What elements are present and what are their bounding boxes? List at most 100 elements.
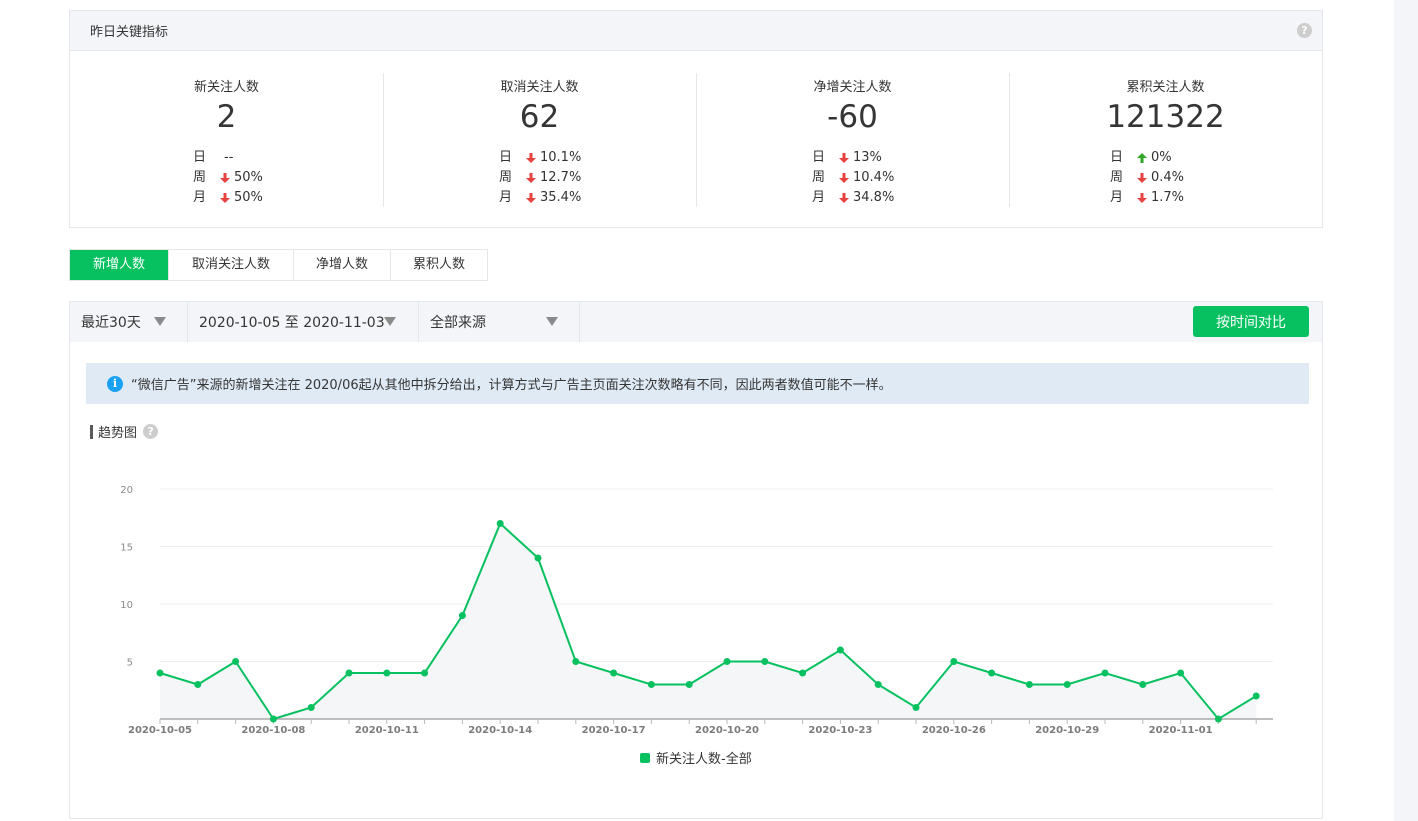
y-tick-label: 10 xyxy=(120,600,133,611)
trend-period-label: 月 xyxy=(499,190,513,205)
data-point[interactable] xyxy=(383,669,391,677)
data-point[interactable] xyxy=(950,658,958,665)
trend-period-label: 日 xyxy=(812,150,826,165)
trend-period-label: 月 xyxy=(193,190,207,205)
data-point[interactable] xyxy=(1063,681,1071,688)
data-point[interactable] xyxy=(685,681,693,688)
y-tick-label: 5 xyxy=(127,658,133,669)
metric-trends: 日 10.1% 周 12.7% 月 35.4% xyxy=(499,148,581,208)
trend-period-label: 月 xyxy=(812,190,826,205)
metric-cumulative: 累积关注人数 121322 日 0% 周 0.4% 月 1.7% xyxy=(1009,51,1322,229)
data-point[interactable] xyxy=(156,669,164,677)
x-tick-label: 2020-10-20 xyxy=(695,725,759,736)
trend-value: -- xyxy=(224,150,234,165)
metric-trends: 日 13% 周 10.4% 月 34.8% xyxy=(812,148,894,208)
tab-new-users[interactable]: 新增人数 xyxy=(70,250,168,280)
data-point[interactable] xyxy=(421,669,429,677)
data-point[interactable] xyxy=(534,554,542,562)
data-point[interactable] xyxy=(458,612,466,619)
arrow-down-icon xyxy=(1137,193,1147,203)
data-point[interactable] xyxy=(194,681,202,688)
arrow-down-icon xyxy=(526,153,536,163)
data-point[interactable] xyxy=(572,658,580,665)
trend-row: 周 50% xyxy=(193,168,263,188)
data-point[interactable] xyxy=(836,646,844,654)
data-point[interactable] xyxy=(1025,681,1033,688)
trend-period-label: 周 xyxy=(812,170,826,185)
data-point[interactable] xyxy=(1101,669,1109,677)
key-metrics-card: 昨日关键指标 ? 新关注人数 2 日 -- 周 50% 月 50% 取消关注人数 62 日… xyxy=(69,10,1323,228)
metric-name: 净增关注人数 xyxy=(813,80,892,95)
trend-period-label: 周 xyxy=(193,170,207,185)
data-point[interactable] xyxy=(723,658,731,665)
x-tick-label: 2020-11-01 xyxy=(1149,725,1213,736)
trend-row: 周 12.7% xyxy=(499,168,581,188)
x-tick-label: 2020-10-23 xyxy=(808,725,872,736)
metric-trends: 日 0% 周 0.4% 月 1.7% xyxy=(1110,148,1184,208)
trend-value: 10.4% xyxy=(853,170,895,185)
data-point[interactable] xyxy=(647,681,655,688)
page-scrollbar-gutter[interactable] xyxy=(1394,0,1418,821)
x-tick-label: 2020-10-11 xyxy=(355,725,419,736)
trend-row: 日 -- xyxy=(193,148,263,168)
arrow-down-icon xyxy=(526,173,536,183)
data-point[interactable] xyxy=(874,681,882,688)
arrow-down-icon xyxy=(839,193,849,203)
trend-period-label: 日 xyxy=(193,150,207,165)
trend-value: 50% xyxy=(234,170,263,185)
trend-row: 月 50% xyxy=(193,188,263,208)
data-point[interactable] xyxy=(1139,681,1147,688)
data-point[interactable] xyxy=(912,704,920,711)
data-point[interactable] xyxy=(610,669,618,677)
trend-row: 月 1.7% xyxy=(1110,188,1184,208)
data-point[interactable] xyxy=(496,520,504,527)
metric-tabs: 新增人数 取消关注人数 净增人数 累积人数 xyxy=(69,249,488,281)
x-tick-label: 2020-10-08 xyxy=(241,725,305,736)
x-tick-label: 2020-10-14 xyxy=(468,725,532,736)
data-point[interactable] xyxy=(799,669,807,677)
x-tick-label: 2020-10-05 xyxy=(128,725,192,736)
help-icon[interactable]: ? xyxy=(1297,23,1312,38)
metric-name: 取消关注人数 xyxy=(500,80,579,95)
data-point[interactable] xyxy=(307,704,315,711)
trend-value: 35.4% xyxy=(540,190,582,205)
tab-cumulative-users[interactable]: 累积人数 xyxy=(390,250,487,280)
trend-panel: 最近30天 2020-10-05 至 2020-11-03 全部来源 按时间对比… xyxy=(69,301,1323,819)
trend-chart: 2015105 2020-10-05 2020-10-08 2020-10-11 20… xyxy=(120,485,1273,736)
trend-value: 0% xyxy=(1151,150,1172,165)
metrics-row: 新关注人数 2 日 -- 周 50% 月 50% 取消关注人数 62 日 10.1% 周 12.… xyxy=(70,51,1322,229)
data-point[interactable] xyxy=(269,715,277,723)
chart-legend[interactable]: 新关注人数-全部 xyxy=(640,748,752,767)
x-tick-label: 2020-10-29 xyxy=(1035,725,1099,736)
legend-label: 新关注人数-全部 xyxy=(656,752,752,767)
trend-value: 12.7% xyxy=(540,170,582,185)
data-point[interactable] xyxy=(761,658,769,665)
data-point[interactable] xyxy=(345,669,353,677)
metric-value: 62 xyxy=(519,99,560,135)
trend-value: 10.1% xyxy=(540,150,582,165)
metric-name: 新关注人数 xyxy=(193,80,259,95)
key-metrics-title: 昨日关键指标 xyxy=(90,25,169,40)
trend-row: 周 10.4% xyxy=(812,168,894,188)
trend-row: 周 0.4% xyxy=(1110,168,1184,188)
x-tick-label: 2020-10-17 xyxy=(582,725,646,736)
y-tick-label: 15 xyxy=(120,543,133,554)
metric-value: -60 xyxy=(827,99,878,135)
data-point[interactable] xyxy=(232,658,240,665)
arrow-down-icon xyxy=(220,173,230,183)
tab-net-users[interactable]: 净增人数 xyxy=(293,250,390,280)
chart-x-axis: 2020-10-05 2020-10-08 2020-10-11 2020-10-14… xyxy=(128,719,1257,736)
arrow-down-icon xyxy=(526,193,536,203)
key-metrics-header: 昨日关键指标 ? xyxy=(70,11,1322,51)
trend-value: 0.4% xyxy=(1151,170,1185,185)
trend-row: 日 13% xyxy=(812,148,894,168)
trend-value: 13% xyxy=(853,150,882,165)
tab-unfollow-users[interactable]: 取消关注人数 xyxy=(168,250,293,280)
data-point[interactable] xyxy=(1177,669,1185,677)
trend-row: 月 34.8% xyxy=(812,188,894,208)
data-point[interactable] xyxy=(988,669,996,677)
data-point[interactable] xyxy=(1214,715,1222,723)
chart-y-axis: 20 15 10 5 xyxy=(120,485,133,669)
data-point[interactable] xyxy=(1252,692,1260,700)
arrow-down-icon xyxy=(839,153,849,163)
